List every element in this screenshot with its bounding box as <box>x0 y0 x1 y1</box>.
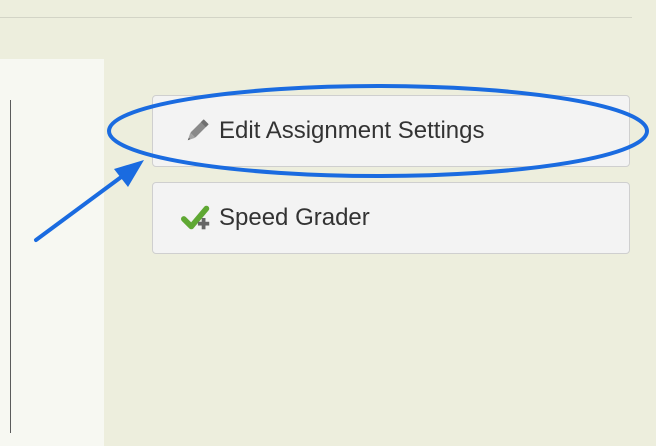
edit-assignment-settings-button[interactable]: Edit Assignment Settings <box>152 95 630 167</box>
pencil-icon <box>181 115 213 147</box>
content-panel-border <box>10 100 11 433</box>
speed-grader-label: Speed Grader <box>219 204 370 231</box>
speed-grader-button[interactable]: Speed Grader <box>152 182 630 254</box>
annotation-arrow-head <box>114 160 144 187</box>
checkmark-plus-icon <box>181 202 213 234</box>
edit-assignment-settings-label: Edit Assignment Settings <box>219 117 485 144</box>
top-divider <box>0 17 632 18</box>
content-panel <box>0 59 104 446</box>
